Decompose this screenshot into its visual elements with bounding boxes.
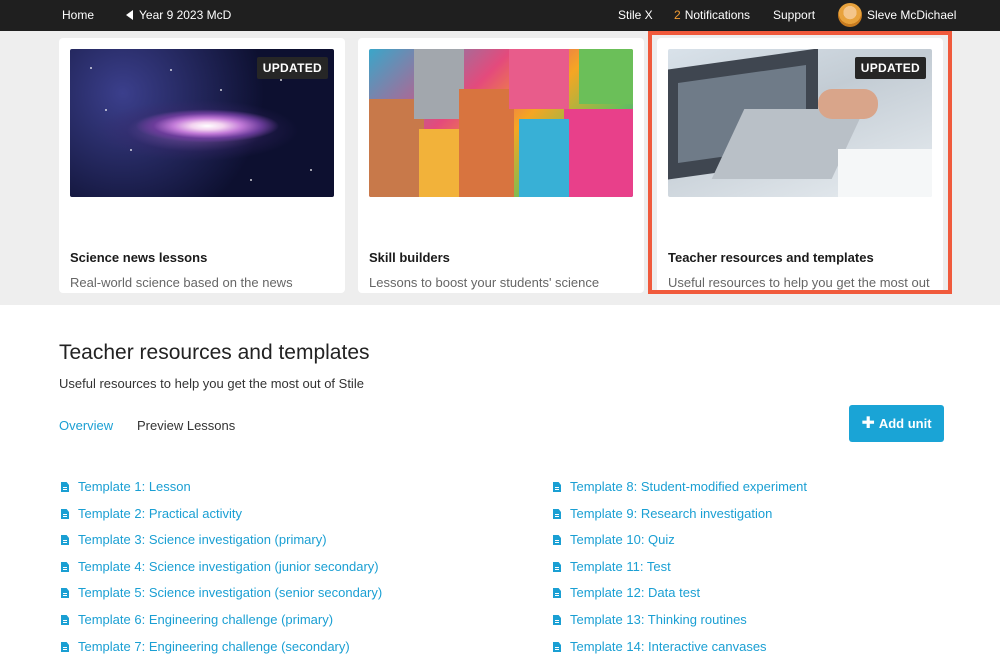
nav-support-link[interactable]: Support (773, 0, 815, 31)
template-link[interactable]: Template 6: Engineering challenge (prima… (78, 612, 333, 627)
template-link[interactable]: Template 7: Engineering challenge (secon… (78, 639, 350, 654)
list-item[interactable]: Template 14: Interactive canvases (553, 639, 767, 654)
template-link[interactable]: Template 12: Data test (570, 585, 700, 600)
list-item[interactable]: Template 1: Lesson (61, 479, 191, 494)
document-icon (553, 482, 561, 492)
list-item[interactable]: Template 9: Research investigation (553, 506, 772, 521)
template-link[interactable]: Template 5: Science investigation (senio… (78, 585, 382, 600)
back-arrow-icon (126, 10, 133, 20)
galaxy-image: UPDATED (70, 49, 334, 197)
document-icon (61, 509, 69, 519)
tab-preview-lessons[interactable]: Preview Lessons (137, 418, 235, 433)
template-link[interactable]: Template 9: Research investigation (570, 506, 772, 521)
list-item[interactable]: Template 8: Student-modified experiment (553, 479, 807, 494)
blocks-image (369, 49, 633, 197)
plus-icon: ✚ (861, 415, 875, 432)
page-title: Teacher resources and templates (59, 341, 370, 364)
card-skill-builders[interactable]: Skill builders Lessons to boost your stu… (358, 38, 644, 293)
list-item[interactable]: Template 12: Data test (553, 585, 700, 600)
card-science-news[interactable]: UPDATED Science news lessons Real-world … (59, 38, 345, 293)
add-unit-label: Add unit (878, 416, 932, 431)
list-item[interactable]: Template 10: Quiz (553, 532, 675, 547)
template-link[interactable]: Template 4: Science investigation (junio… (78, 559, 379, 574)
card-description: Lessons to boost your students' science … (369, 275, 600, 290)
list-item[interactable]: Template 13: Thinking routines (553, 612, 747, 627)
nav-notifications-link[interactable]: 2 Notifications (674, 0, 750, 31)
nav-home-link[interactable]: Home (62, 0, 94, 31)
list-item[interactable]: Template 4: Science investigation (junio… (61, 559, 379, 574)
document-icon (61, 588, 69, 598)
updated-badge: UPDATED (256, 57, 328, 79)
template-link[interactable]: Template 1: Lesson (78, 479, 191, 494)
selection-highlight (648, 31, 952, 294)
document-icon (61, 562, 69, 572)
notifications-label: Notifications (684, 8, 751, 22)
nav-stile-x-link[interactable]: Stile X (618, 0, 653, 31)
nav-class-link[interactable]: Year 9 2023 McD (126, 0, 231, 31)
document-icon (61, 535, 69, 545)
template-link[interactable]: Template 2: Practical activity (78, 506, 242, 521)
top-nav-bar: Home Year 9 2023 McD Stile X 2 Notificati… (0, 0, 1000, 31)
notifications-count: 2 (674, 8, 681, 22)
nav-user-menu[interactable]: Sleve McDichael (838, 0, 956, 31)
card-description: Real-world science based on the news (70, 275, 293, 290)
document-icon (553, 535, 561, 545)
add-unit-button[interactable]: ✚ Add unit (849, 405, 944, 442)
document-icon (61, 615, 69, 625)
document-icon (553, 615, 561, 625)
card-title: Skill builders (369, 250, 450, 265)
list-item[interactable]: Template 11: Test (553, 559, 671, 574)
document-icon (61, 642, 69, 652)
list-item[interactable]: Template 2: Practical activity (61, 506, 242, 521)
tab-overview[interactable]: Overview (59, 418, 113, 433)
list-item[interactable]: Template 3: Science investigation (prima… (61, 532, 327, 547)
document-icon (61, 482, 69, 492)
template-link[interactable]: Template 8: Student-modified experiment (570, 479, 807, 494)
nav-class-label: Year 9 2023 McD (139, 8, 232, 22)
list-item[interactable]: Template 6: Engineering challenge (prima… (61, 612, 333, 627)
list-item[interactable]: Template 5: Science investigation (senio… (61, 585, 382, 600)
user-name: Sleve McDichael (867, 8, 957, 22)
avatar (838, 2, 862, 27)
template-link[interactable]: Template 11: Test (570, 559, 671, 574)
document-icon (553, 562, 561, 572)
document-icon (553, 588, 561, 598)
template-link[interactable]: Template 10: Quiz (570, 532, 675, 547)
template-link[interactable]: Template 14: Interactive canvases (570, 639, 767, 654)
page-subtitle: Useful resources to help you get the mos… (59, 376, 364, 391)
document-icon (553, 642, 561, 652)
list-item[interactable]: Template 7: Engineering challenge (secon… (61, 639, 350, 654)
template-link[interactable]: Template 13: Thinking routines (570, 612, 747, 627)
template-link[interactable]: Template 3: Science investigation (prima… (78, 532, 327, 547)
document-icon (553, 509, 561, 519)
card-title: Science news lessons (70, 250, 208, 265)
